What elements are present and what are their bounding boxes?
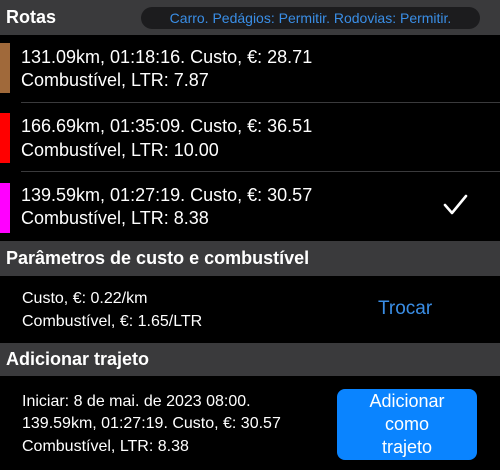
- route-color-swatch: [0, 183, 10, 233]
- route-summary: 139.59km, 01:27:19. Custo, €: 30.57: [21, 185, 313, 205]
- route-item-2[interactable]: 166.69km, 01:35:09. Custo, €: 36.51 Comb…: [0, 103, 500, 171]
- route-options-button[interactable]: Carro. Pedágios: Permitir. Rodovias: Per…: [141, 7, 480, 29]
- add-button-line: como: [384, 414, 429, 434]
- fuel-price: Combustível, €: 1.65/LTR: [22, 313, 203, 330]
- route-item-3[interactable]: 139.59km, 01:27:19. Custo, €: 30.57 Comb…: [0, 172, 500, 240]
- add-route-header: Adicionar trajeto: [0, 343, 500, 376]
- add-button-line: trajeto: [381, 437, 432, 457]
- checkmark-icon: [443, 194, 468, 215]
- add-route-title: Adicionar trajeto: [6, 349, 150, 369]
- params-header: Parâmetros de custo e combustível: [0, 241, 500, 276]
- route-fuel: Combustível, LTR: 10.00: [21, 140, 219, 160]
- routes-header: Rotas Carro. Pedágios: Permitir. Rodovia…: [0, 0, 500, 35]
- route-item-1[interactable]: 131.09km, 01:18:16. Custo, €: 28.71 Comb…: [0, 35, 500, 103]
- change-params-button[interactable]: Trocar: [378, 298, 432, 320]
- add-start-time: Iniciar: 8 de mai. de 2023 08:00.: [22, 393, 251, 410]
- add-button-line: Adicionar: [369, 391, 445, 411]
- routes-title: Rotas: [6, 7, 57, 27]
- params-title: Parâmetros de custo e combustível: [6, 248, 310, 268]
- add-route-fuel: Combustível, LTR: 8.38: [22, 438, 189, 455]
- route-color-swatch: [0, 43, 10, 93]
- cost-per-km: Custo, €: 0.22/km: [22, 290, 148, 307]
- route-summary: 131.09km, 01:18:16. Custo, €: 28.71: [21, 47, 313, 67]
- add-as-route-button[interactable]: Adicionar como trajeto: [337, 389, 477, 460]
- route-summary: 166.69km, 01:35:09. Custo, €: 36.51: [21, 116, 313, 136]
- route-color-swatch: [0, 113, 10, 163]
- route-fuel: Combustível, LTR: 8.38: [21, 208, 209, 228]
- add-route-summary: 139.59km, 01:27:19. Custo, €: 30.57: [22, 415, 281, 432]
- route-fuel: Combustível, LTR: 7.87: [21, 70, 209, 90]
